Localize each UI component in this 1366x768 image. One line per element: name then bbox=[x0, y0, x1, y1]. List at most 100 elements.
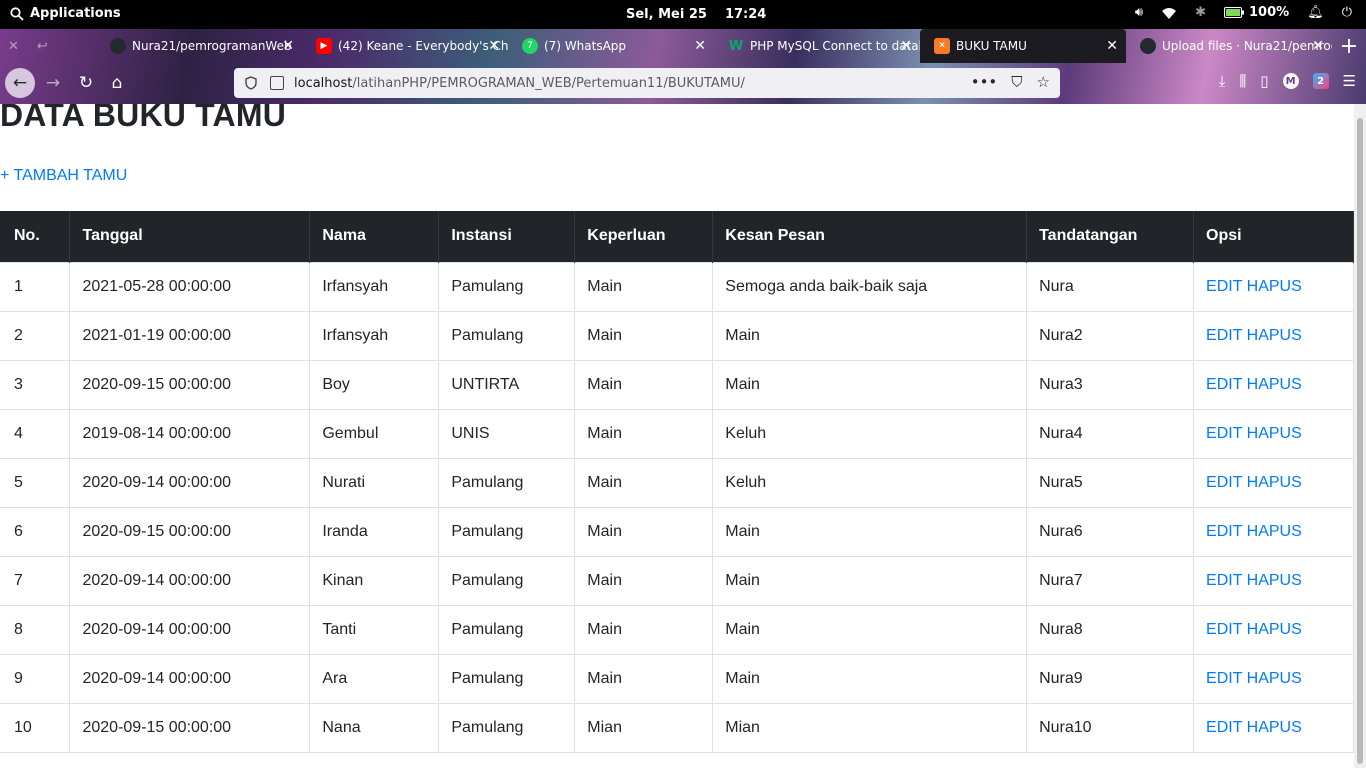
hapus-link[interactable]: HAPUS bbox=[1247, 670, 1302, 687]
close-icon[interactable]: ✕ bbox=[900, 38, 912, 54]
hapus-link[interactable]: HAPUS bbox=[1247, 621, 1302, 638]
volume-icon[interactable]: 🔊︎ bbox=[1135, 5, 1143, 20]
edit-link[interactable]: EDIT bbox=[1206, 278, 1242, 295]
shield-icon[interactable] bbox=[244, 76, 258, 90]
close-icon[interactable]: ✕ bbox=[1312, 38, 1324, 54]
table-row: 3 2020-09-15 00:00:00 Boy UNTIRTA Main Main Nu… bbox=[0, 359, 1354, 409]
hapus-link[interactable]: HAPUS bbox=[1247, 523, 1302, 540]
library-icon[interactable]: ⫼ bbox=[1239, 72, 1246, 90]
cell-no: 3 bbox=[0, 359, 71, 409]
edit-link[interactable]: EDIT bbox=[1206, 523, 1242, 540]
cell-no: 7 bbox=[0, 555, 71, 605]
hapus-link[interactable]: HAPUS bbox=[1247, 278, 1302, 295]
column-header-opsi: Opsi bbox=[1193, 211, 1354, 262]
more-actions-icon[interactable]: ••• bbox=[971, 73, 998, 91]
cell-instansi: Pamulang bbox=[438, 555, 576, 605]
scrollbar-thumb[interactable] bbox=[1357, 118, 1363, 764]
page-scrollbar[interactable] bbox=[1354, 104, 1366, 768]
edit-link[interactable]: EDIT bbox=[1206, 719, 1242, 736]
edit-link[interactable]: EDIT bbox=[1206, 572, 1242, 589]
tab-github[interactable]: Nura21/pemrogramanWeb ✕ bbox=[96, 29, 302, 63]
cell-tandatangan: Nura4 bbox=[1026, 408, 1195, 458]
new-tab-button[interactable]: + bbox=[1332, 29, 1366, 63]
cell-no: 1 bbox=[0, 261, 71, 311]
cell-opsi: EDIT HAPUS bbox=[1193, 457, 1354, 507]
add-guest-link[interactable]: + TAMBAH TAMU bbox=[0, 167, 127, 185]
cell-tanggal: 2019-08-14 00:00:00 bbox=[69, 408, 311, 458]
tab-upload-files[interactable]: Upload files · Nura21/pemrogramanWeb ✕ bbox=[1126, 29, 1332, 63]
hapus-link[interactable]: HAPUS bbox=[1247, 474, 1302, 491]
bluetooth-off-icon[interactable]: ✱ bbox=[1195, 5, 1206, 20]
sidebar-icon[interactable]: ▯ bbox=[1260, 72, 1268, 90]
clock[interactable]: Sel, Mei 25 17:24 bbox=[626, 7, 784, 22]
bookmark-star-icon[interactable]: ☆ bbox=[1037, 73, 1050, 91]
cell-kesan-pesan: Main bbox=[712, 604, 1028, 654]
menu-icon[interactable]: ☰ bbox=[1343, 72, 1356, 90]
close-icon[interactable]: ✕ bbox=[8, 39, 19, 54]
hapus-link[interactable]: HAPUS bbox=[1247, 719, 1302, 736]
cell-instansi: Pamulang bbox=[438, 261, 576, 311]
edit-link[interactable]: EDIT bbox=[1206, 474, 1242, 491]
edit-link[interactable]: EDIT bbox=[1206, 425, 1242, 442]
cell-instansi: Pamulang bbox=[438, 506, 576, 556]
cell-nama: Irfansyah bbox=[309, 310, 440, 360]
back-button[interactable]: ← bbox=[5, 68, 35, 98]
tab-whatsapp[interactable]: 7 (7) WhatsApp ✕ bbox=[508, 29, 714, 63]
arrow-icon[interactable]: ↩ bbox=[37, 39, 48, 54]
hapus-link[interactable]: HAPUS bbox=[1247, 376, 1302, 393]
page-title: DATA BUKU TAMU bbox=[0, 104, 287, 133]
address-bar[interactable]: localhost/latihanPHP/PEMROGRAMAN_WEB/Per… bbox=[234, 68, 1060, 98]
account-icon[interactable]: M bbox=[1282, 73, 1299, 89]
column-header-tandatangan: Tandatangan bbox=[1026, 211, 1195, 262]
edit-link[interactable]: EDIT bbox=[1206, 670, 1242, 687]
hapus-link[interactable]: HAPUS bbox=[1247, 327, 1302, 344]
cell-tanggal: 2020-09-14 00:00:00 bbox=[69, 457, 311, 507]
column-header-no: No. bbox=[0, 211, 71, 262]
close-icon[interactable]: ✕ bbox=[1106, 38, 1118, 54]
applications-menu[interactable]: Applications bbox=[10, 6, 121, 21]
edit-link[interactable]: EDIT bbox=[1206, 376, 1242, 393]
notifications-icon[interactable]: 🔔︎ bbox=[1307, 5, 1324, 20]
cell-opsi: EDIT HAPUS bbox=[1193, 653, 1354, 703]
reload-button[interactable]: ↻ bbox=[71, 68, 101, 98]
cell-keperluan: Mian bbox=[574, 702, 714, 753]
reload-icon: ↻ bbox=[78, 73, 94, 93]
cell-no: 8 bbox=[0, 604, 71, 654]
cell-tandatangan: Nura6 bbox=[1026, 506, 1195, 556]
wifi-icon[interactable] bbox=[1161, 6, 1177, 20]
cell-opsi: EDIT HAPUS bbox=[1193, 408, 1354, 458]
arrow-right-icon: → bbox=[45, 73, 61, 93]
cell-instansi: UNTIRTA bbox=[438, 359, 576, 409]
page-icon bbox=[270, 76, 284, 90]
tab-title: BUKU TAMU bbox=[956, 39, 1027, 53]
tab-title: Upload files · Nura21/pemrogramanWeb bbox=[1162, 39, 1332, 53]
close-icon[interactable]: ✕ bbox=[488, 38, 500, 54]
tab-youtube[interactable]: ▶ (42) Keane - Everybody's Changing ✕ bbox=[302, 29, 508, 63]
hapus-link[interactable]: HAPUS bbox=[1247, 572, 1302, 589]
edit-link[interactable]: EDIT bbox=[1206, 327, 1242, 344]
pocket-icon[interactable]: ⛉ bbox=[1011, 73, 1022, 91]
cell-kesan-pesan: Main bbox=[712, 506, 1028, 556]
cell-kesan-pesan: Keluh bbox=[712, 457, 1028, 507]
home-button[interactable]: ⌂ bbox=[102, 68, 132, 98]
edit-link[interactable]: EDIT bbox=[1206, 621, 1242, 638]
download-icon[interactable]: ⤓ bbox=[1219, 72, 1226, 90]
time-label: 17:24 bbox=[724, 7, 767, 22]
battery-indicator[interactable]: 100% bbox=[1224, 5, 1289, 20]
cell-tandatangan: Nura2 bbox=[1026, 310, 1195, 360]
github-icon bbox=[1140, 38, 1156, 54]
cell-kesan-pesan: Semoga anda baik-baik saja bbox=[712, 261, 1028, 311]
close-icon[interactable]: ✕ bbox=[694, 38, 706, 54]
hapus-link[interactable]: HAPUS bbox=[1247, 425, 1302, 442]
extension-icon[interactable]: 2 bbox=[1312, 73, 1329, 89]
close-icon[interactable]: ✕ bbox=[282, 38, 294, 54]
tab-w3schools[interactable]: W PHP MySQL Connect to database ✕ bbox=[714, 29, 920, 63]
cell-tandatangan: Nura7 bbox=[1026, 555, 1195, 605]
forward-button[interactable]: → bbox=[38, 68, 68, 98]
system-top-bar: Applications Sel, Mei 25 17:24 🔊︎ ✱ 100% … bbox=[0, 0, 1366, 29]
cell-nama: Iranda bbox=[309, 506, 440, 556]
system-tray[interactable]: 🔊︎ ✱ 100% 🔔︎ ⏻ bbox=[1135, 5, 1352, 20]
power-icon[interactable]: ⏻ bbox=[1342, 5, 1352, 20]
cell-nama: Tanti bbox=[309, 604, 440, 654]
tab-buku-tamu[interactable]: ✕ BUKU TAMU ✕ bbox=[920, 29, 1126, 63]
